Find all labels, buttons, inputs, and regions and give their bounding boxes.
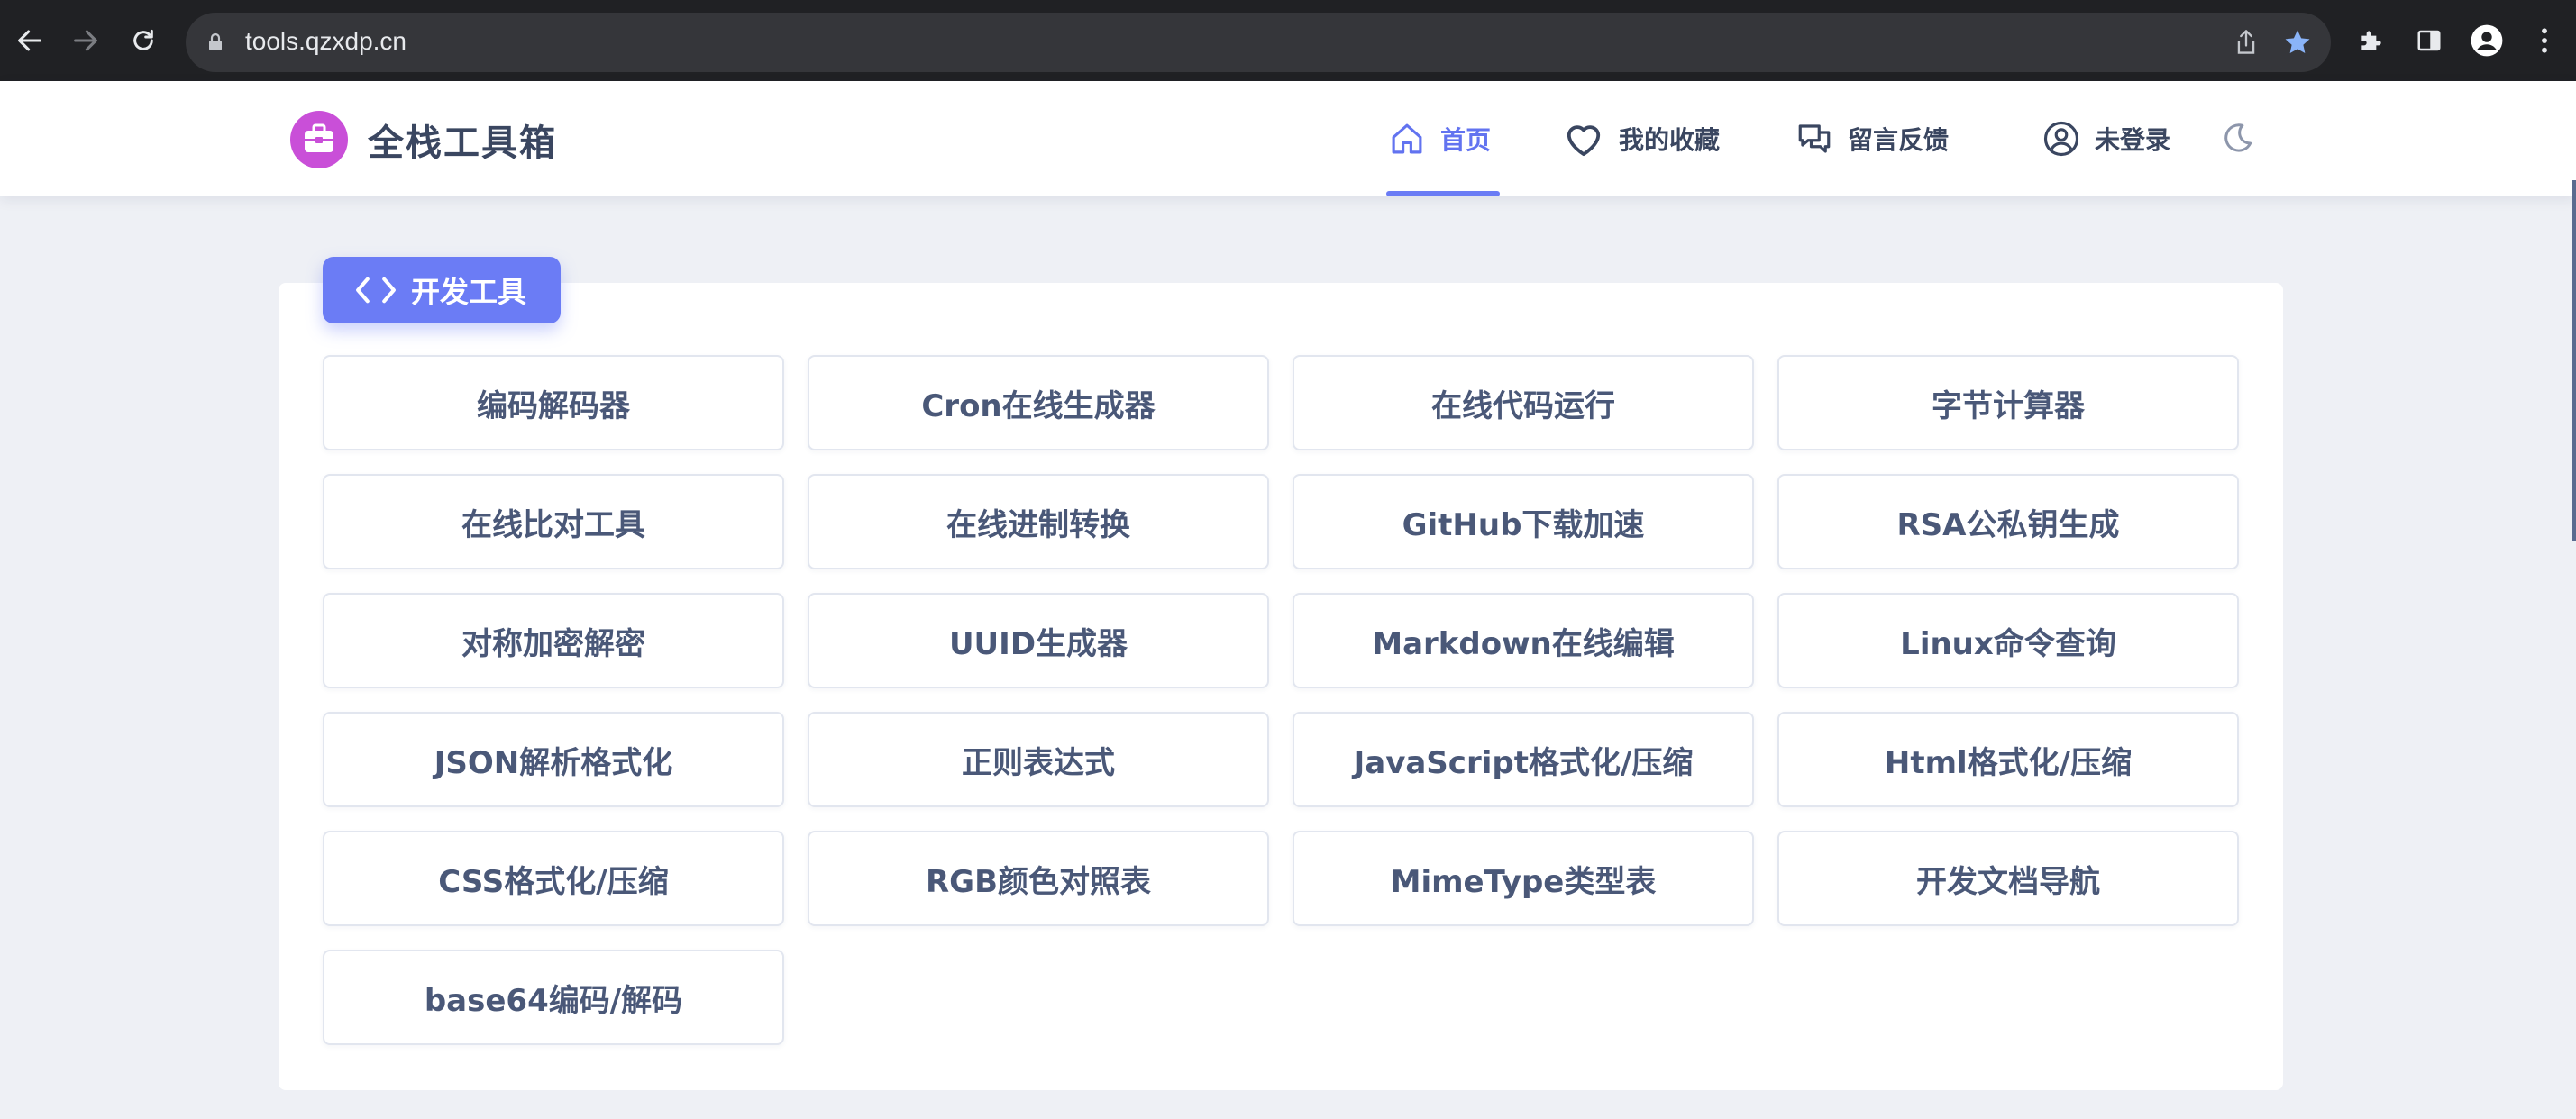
tool-online-code-runner[interactable]: 在线代码运行 xyxy=(1293,355,1754,450)
nav-login[interactable]: 未登录 xyxy=(2042,81,2170,196)
tool-js-formatter[interactable]: JavaScript格式化/压缩 xyxy=(1293,712,1754,807)
section-tag-dev-tools[interactable]: 开发工具 xyxy=(323,257,561,323)
code-icon xyxy=(356,277,396,304)
tool-cron-generator[interactable]: Cron在线生成器 xyxy=(808,355,1269,450)
tool-mimetype-table[interactable]: MimeType类型表 xyxy=(1293,831,1754,926)
nav-home-label: 首页 xyxy=(1440,125,1492,155)
tool-json-formatter[interactable]: JSON解析格式化 xyxy=(323,712,784,807)
site-title: 全栈工具箱 xyxy=(368,123,557,164)
nav-feedback-label: 留言反馈 xyxy=(1848,125,1950,155)
tool-html-formatter[interactable]: Html格式化/压缩 xyxy=(1777,712,2239,807)
browser-toolbar: tools.qzxdp.cn xyxy=(0,0,2576,81)
side-panel-icon xyxy=(2417,30,2441,51)
tool-base-converter[interactable]: 在线进制转换 xyxy=(808,474,1269,569)
tool-linux-commands[interactable]: Linux命令查询 xyxy=(1777,593,2239,688)
tool-encoder-decoder[interactable]: 编码解码器 xyxy=(323,355,784,450)
puzzle-icon xyxy=(2361,31,2381,50)
share-icon[interactable] xyxy=(2233,29,2259,56)
tool-symmetric-crypto[interactable]: 对称加密解密 xyxy=(323,593,784,688)
tool-diff-compare[interactable]: 在线比对工具 xyxy=(323,474,784,569)
site-logo[interactable]: 全栈工具箱 xyxy=(290,111,557,168)
reload-button[interactable] xyxy=(123,20,164,61)
back-arrow-icon xyxy=(18,30,41,51)
nav-favorites[interactable]: 我的收藏 xyxy=(1563,81,1720,196)
reload-icon xyxy=(133,29,153,50)
url-text: tools.qzxdp.cn xyxy=(245,27,406,55)
tool-uuid-generator[interactable]: UUID生成器 xyxy=(808,593,1269,688)
heart-icon xyxy=(1567,125,1601,157)
forward-arrow-icon xyxy=(74,30,97,51)
site-header: 全栈工具箱 首页 我的收藏 留言反馈 未登录 xyxy=(0,81,2576,196)
toolbox-logo-icon xyxy=(290,111,348,168)
nav-feedback[interactable]: 留言反馈 xyxy=(1795,81,1949,196)
extensions-button[interactable] xyxy=(2351,20,2392,61)
more-vertical-icon xyxy=(2542,28,2547,53)
page-scrollbar[interactable] xyxy=(2572,180,2576,541)
tool-byte-calculator[interactable]: 字节计算器 xyxy=(1777,355,2239,450)
bookmark-star-icon[interactable] xyxy=(2282,27,2313,58)
tool-base64[interactable]: base64编码/解码 xyxy=(323,950,784,1045)
home-icon xyxy=(1392,123,1422,154)
nav-favorites-label: 我的收藏 xyxy=(1619,125,1721,155)
tool-dev-docs-nav[interactable]: 开发文档导航 xyxy=(1777,831,2239,926)
lock-icon xyxy=(209,32,222,50)
back-button[interactable] xyxy=(9,20,50,61)
nav-home[interactable]: 首页 xyxy=(1388,81,1491,196)
user-icon xyxy=(2043,121,2079,157)
profile-button[interactable] xyxy=(2466,20,2507,61)
chat-icon xyxy=(1798,124,1831,153)
profile-avatar-icon xyxy=(2471,24,2503,57)
tool-css-formatter[interactable]: CSS格式化/压缩 xyxy=(323,831,784,926)
side-panel-button[interactable] xyxy=(2408,20,2450,61)
section-title: 开发工具 xyxy=(411,275,527,309)
address-bar[interactable]: tools.qzxdp.cn xyxy=(186,13,2331,72)
tool-rgb-color-table[interactable]: RGB颜色对照表 xyxy=(808,831,1269,926)
tool-rsa-keygen[interactable]: RSA公私钥生成 xyxy=(1777,474,2239,569)
tool-markdown-editor[interactable]: Markdown在线编辑 xyxy=(1293,593,1754,688)
active-nav-indicator xyxy=(1386,191,1500,196)
forward-button[interactable] xyxy=(65,20,106,61)
tool-regex[interactable]: 正则表达式 xyxy=(808,712,1269,807)
moon-icon xyxy=(2224,123,2252,152)
tool-github-accelerator[interactable]: GitHub下载加速 xyxy=(1293,474,1754,569)
nav-login-label: 未登录 xyxy=(2095,125,2171,155)
dark-mode-toggle[interactable] xyxy=(2219,81,2270,196)
browser-menu-button[interactable] xyxy=(2524,20,2565,61)
tools-grid: 编码解码器 Cron在线生成器 在线代码运行 字节计算器 在线比对工具 在线进制… xyxy=(323,355,2241,1045)
